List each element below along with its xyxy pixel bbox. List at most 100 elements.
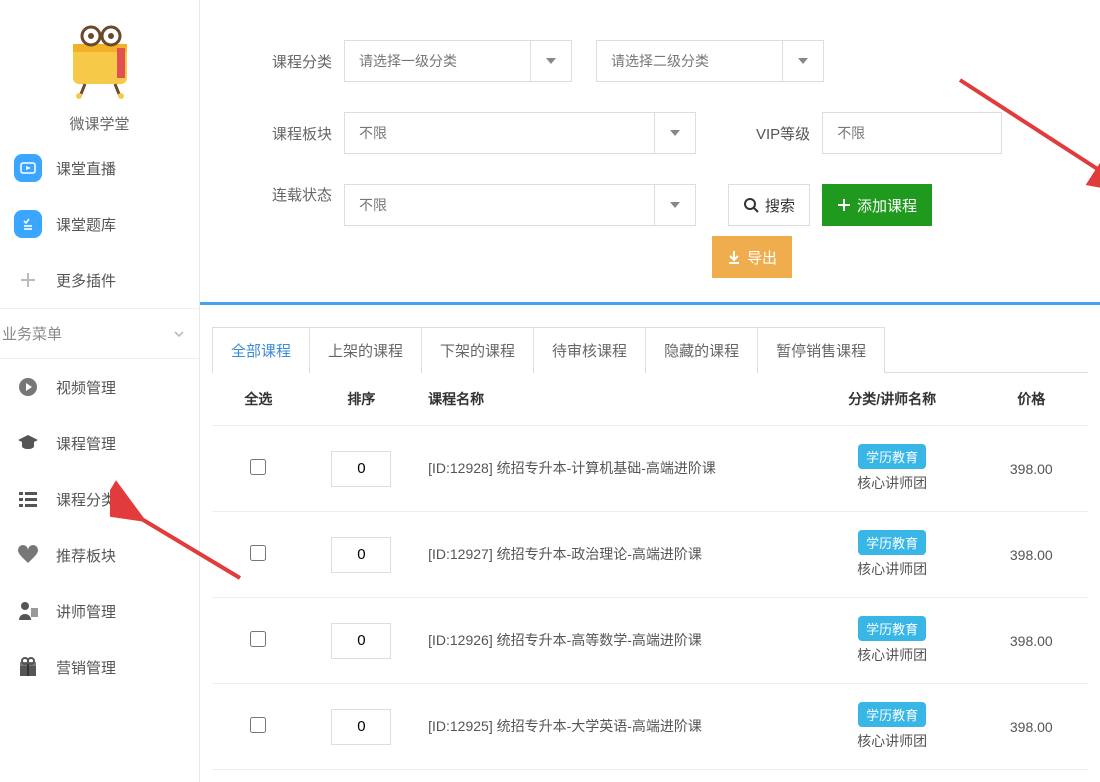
th-sort: 排序	[305, 373, 418, 426]
select-vip-level[interactable]: 不限	[822, 112, 1002, 154]
sort-input[interactable]	[331, 451, 391, 487]
video-square-icon	[14, 154, 42, 182]
course-tabs: 全部课程 上架的课程 下架的课程 待审核课程 隐藏的课程 暂停销售课程	[212, 327, 1100, 373]
caret-down-icon[interactable]	[783, 58, 823, 64]
plus-icon	[14, 266, 42, 294]
export-button[interactable]: 导出	[712, 236, 792, 278]
row-checkbox[interactable]	[250, 631, 266, 647]
heart-icon	[14, 541, 42, 569]
select-category-level2[interactable]: 请选择二级分类	[596, 40, 824, 82]
course-table: 全选 排序 课程名称 分类/讲师名称 价格 [ID:12928] 统招专升本-计…	[212, 373, 1088, 770]
sidebar-item-label: 课堂题库	[56, 214, 116, 235]
tab-off-shelf[interactable]: 下架的课程	[421, 327, 534, 373]
course-name: [ID:12928] 统招专升本-计算机基础-高端进阶课	[428, 458, 800, 479]
filter-panel: 课程分类 请选择一级分类 请选择二级分类 课程板块 不限 VIP等级	[200, 0, 1100, 305]
brand-logo-icon	[59, 18, 141, 100]
sidebar-section-business-menu[interactable]: 业务菜单	[0, 308, 199, 359]
sidebar-top-list: 课堂直播 课堂题库 更多插件	[0, 148, 199, 308]
table-row: [ID:12928] 统招专升本-计算机基础-高端进阶课学历教育核心讲师团398…	[212, 426, 1088, 512]
sidebar-item-more-plugins[interactable]: 更多插件	[0, 252, 199, 308]
sidebar-item-label: 讲师管理	[56, 601, 116, 622]
select-serial-status[interactable]: 不限	[344, 184, 696, 226]
th-select-all[interactable]: 全选	[212, 373, 305, 426]
tab-paused-sale[interactable]: 暂停销售课程	[757, 327, 885, 373]
checklist-square-icon	[14, 210, 42, 238]
row-checkbox[interactable]	[250, 545, 266, 561]
row-checkbox[interactable]	[250, 717, 266, 733]
category-badge: 学历教育	[858, 530, 926, 555]
tab-all-courses[interactable]: 全部课程	[212, 327, 310, 373]
sidebar-item-label: 营销管理	[56, 657, 116, 678]
sidebar-item-live[interactable]: 课堂直播	[0, 148, 199, 196]
course-name: [ID:12927] 统招专升本-政治理论-高端进阶课	[428, 544, 800, 565]
search-button[interactable]: 搜索	[728, 184, 810, 226]
filter-row-serial: 连载状态 不限 搜索 添加课程	[240, 184, 1060, 278]
category-badge: 学历教育	[858, 702, 926, 727]
tab-hidden[interactable]: 隐藏的课程	[645, 327, 758, 373]
price-cell: 398.00	[975, 512, 1088, 598]
sort-input[interactable]	[331, 623, 391, 659]
search-button-label: 搜索	[765, 195, 795, 216]
sidebar-biz-list: 视频管理 课程管理 课程分类 推荐板块 讲师管理 营销管理	[0, 359, 199, 695]
sidebar-item-recommended-boards[interactable]: 推荐板块	[0, 527, 199, 583]
select-text: 不限	[823, 113, 1001, 153]
chevron-down-icon	[171, 326, 187, 342]
sort-input[interactable]	[331, 709, 391, 745]
sort-input[interactable]	[331, 537, 391, 573]
course-name: [ID:12925] 统招专升本-大学英语-高端进阶课	[428, 716, 800, 737]
th-category-teacher: 分类/讲师名称	[810, 373, 975, 426]
tab-pending-review[interactable]: 待审核课程	[533, 327, 646, 373]
teacher-icon	[14, 597, 42, 625]
select-board[interactable]: 不限	[344, 112, 696, 154]
caret-down-icon[interactable]	[655, 130, 695, 136]
table-header-row: 全选 排序 课程名称 分类/讲师名称 价格	[212, 373, 1088, 426]
table-row: [ID:12925] 统招专升本-大学英语-高端进阶课 学历教育核心讲师团 398.…	[212, 684, 1088, 770]
teacher-name: 核心讲师团	[857, 733, 927, 749]
th-course-name: 课程名称	[418, 373, 810, 426]
sidebar-item-marketing-management[interactable]: 营销管理	[0, 639, 199, 695]
play-circle-icon	[14, 373, 42, 401]
category-badge: 学历教育	[858, 616, 926, 641]
caret-down-icon[interactable]	[655, 202, 695, 208]
filter-label-board: 课程板块	[240, 123, 332, 144]
brand: 微课学堂	[0, 0, 199, 142]
graduation-cap-icon	[14, 429, 42, 457]
sidebar-section-title: 业务菜单	[2, 323, 62, 344]
select-text: 请选择一级分类	[345, 41, 531, 81]
row-checkbox[interactable]	[250, 459, 266, 475]
filter-label-serial: 连载状态	[240, 184, 332, 205]
sidebar-item-label: 更多插件	[56, 270, 116, 291]
brand-name: 微课学堂	[0, 113, 199, 134]
add-course-button[interactable]: 添加课程	[822, 184, 932, 226]
th-price: 价格	[975, 373, 1088, 426]
select-text: 请选择二级分类	[597, 41, 783, 81]
tab-on-shelf[interactable]: 上架的课程	[309, 327, 422, 373]
main-content: 课程分类 请选择一级分类 请选择二级分类 课程板块 不限 VIP等级	[200, 0, 1100, 782]
caret-down-icon[interactable]	[531, 58, 571, 64]
search-icon	[743, 197, 759, 213]
sidebar-item-label: 推荐板块	[56, 545, 116, 566]
table-row: [ID:12927] 统招专升本-政治理论-高端进阶课学历教育核心讲师团398.…	[212, 512, 1088, 598]
download-icon	[727, 250, 741, 264]
table-row: [ID:12926] 统招专升本-高等数学-高端进阶课学历教育核心讲师团398.…	[212, 598, 1088, 684]
filter-row-category: 课程分类 请选择一级分类 请选择二级分类	[240, 40, 1060, 82]
sidebar-item-question-bank[interactable]: 课堂题库	[0, 196, 199, 252]
gift-icon	[14, 653, 42, 681]
select-text: 不限	[345, 185, 655, 225]
select-category-level1[interactable]: 请选择一级分类	[344, 40, 572, 82]
sidebar-item-label: 视频管理	[56, 377, 116, 398]
sidebar-item-video-management[interactable]: 视频管理	[0, 359, 199, 415]
export-button-label: 导出	[747, 247, 777, 268]
sidebar-item-lecturer-management[interactable]: 讲师管理	[0, 583, 199, 639]
sidebar-item-course-management[interactable]: 课程管理	[0, 415, 199, 471]
select-text: 不限	[345, 113, 655, 153]
sidebar-item-course-category[interactable]: 课程分类	[0, 471, 199, 527]
price-cell: 398.00	[975, 598, 1088, 684]
teacher-name: 核心讲师团	[857, 475, 927, 491]
category-badge: 学历教育	[858, 444, 926, 469]
sidebar-item-label: 课程分类	[56, 489, 116, 510]
filter-row-board: 课程板块 不限 VIP等级 不限	[240, 112, 1060, 154]
price-cell: 398.00	[975, 684, 1088, 770]
sidebar-item-label: 课堂直播	[56, 158, 116, 179]
list-icon	[14, 485, 42, 513]
